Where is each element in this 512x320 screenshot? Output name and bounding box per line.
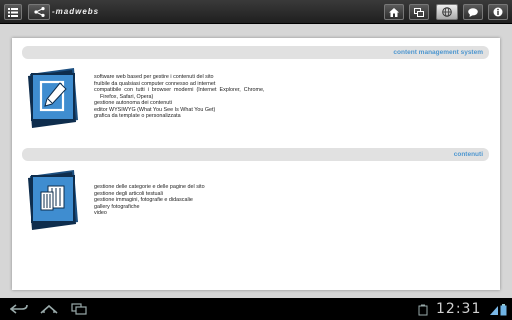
windows-icon[interactable]: [409, 4, 429, 20]
globe-icon[interactable]: [436, 4, 458, 20]
wifi-icon: [490, 303, 498, 315]
feature-list-contenuti: gestione delle categorie e delle pagine …: [94, 184, 294, 217]
info-icon[interactable]: [488, 4, 508, 20]
copy-documents-icon: [26, 170, 82, 230]
edit-document-icon: [26, 68, 82, 128]
content-area: content management system software web b…: [0, 25, 512, 298]
battery-icon: [500, 303, 507, 316]
home-nav-icon[interactable]: [38, 301, 60, 317]
home-icon[interactable]: [384, 4, 404, 20]
list-item: video: [94, 210, 107, 216]
chat-icon[interactable]: [463, 4, 483, 20]
section-header-cms: content management system: [22, 46, 489, 59]
content-card: content management system software web b…: [12, 38, 500, 290]
list-item: compatibile con tutti i browser moderni …: [94, 87, 265, 93]
action-bar: -madwebs: [0, 0, 512, 24]
section-header-contenuti: contenuti: [22, 148, 489, 161]
share-icon[interactable]: [28, 4, 50, 20]
menu-icon[interactable]: [4, 4, 22, 20]
app-brand: -madwebs: [52, 7, 100, 16]
notification-icon[interactable]: [418, 303, 428, 316]
list-item: grafica da template o personalizzata: [94, 113, 181, 119]
system-bar: 12:31: [0, 298, 512, 320]
status-clock: 12:31: [436, 301, 482, 317]
recent-apps-icon[interactable]: [68, 301, 90, 317]
feature-list-cms: software web based per gestire i contenu…: [94, 74, 294, 120]
back-icon[interactable]: [8, 301, 30, 317]
